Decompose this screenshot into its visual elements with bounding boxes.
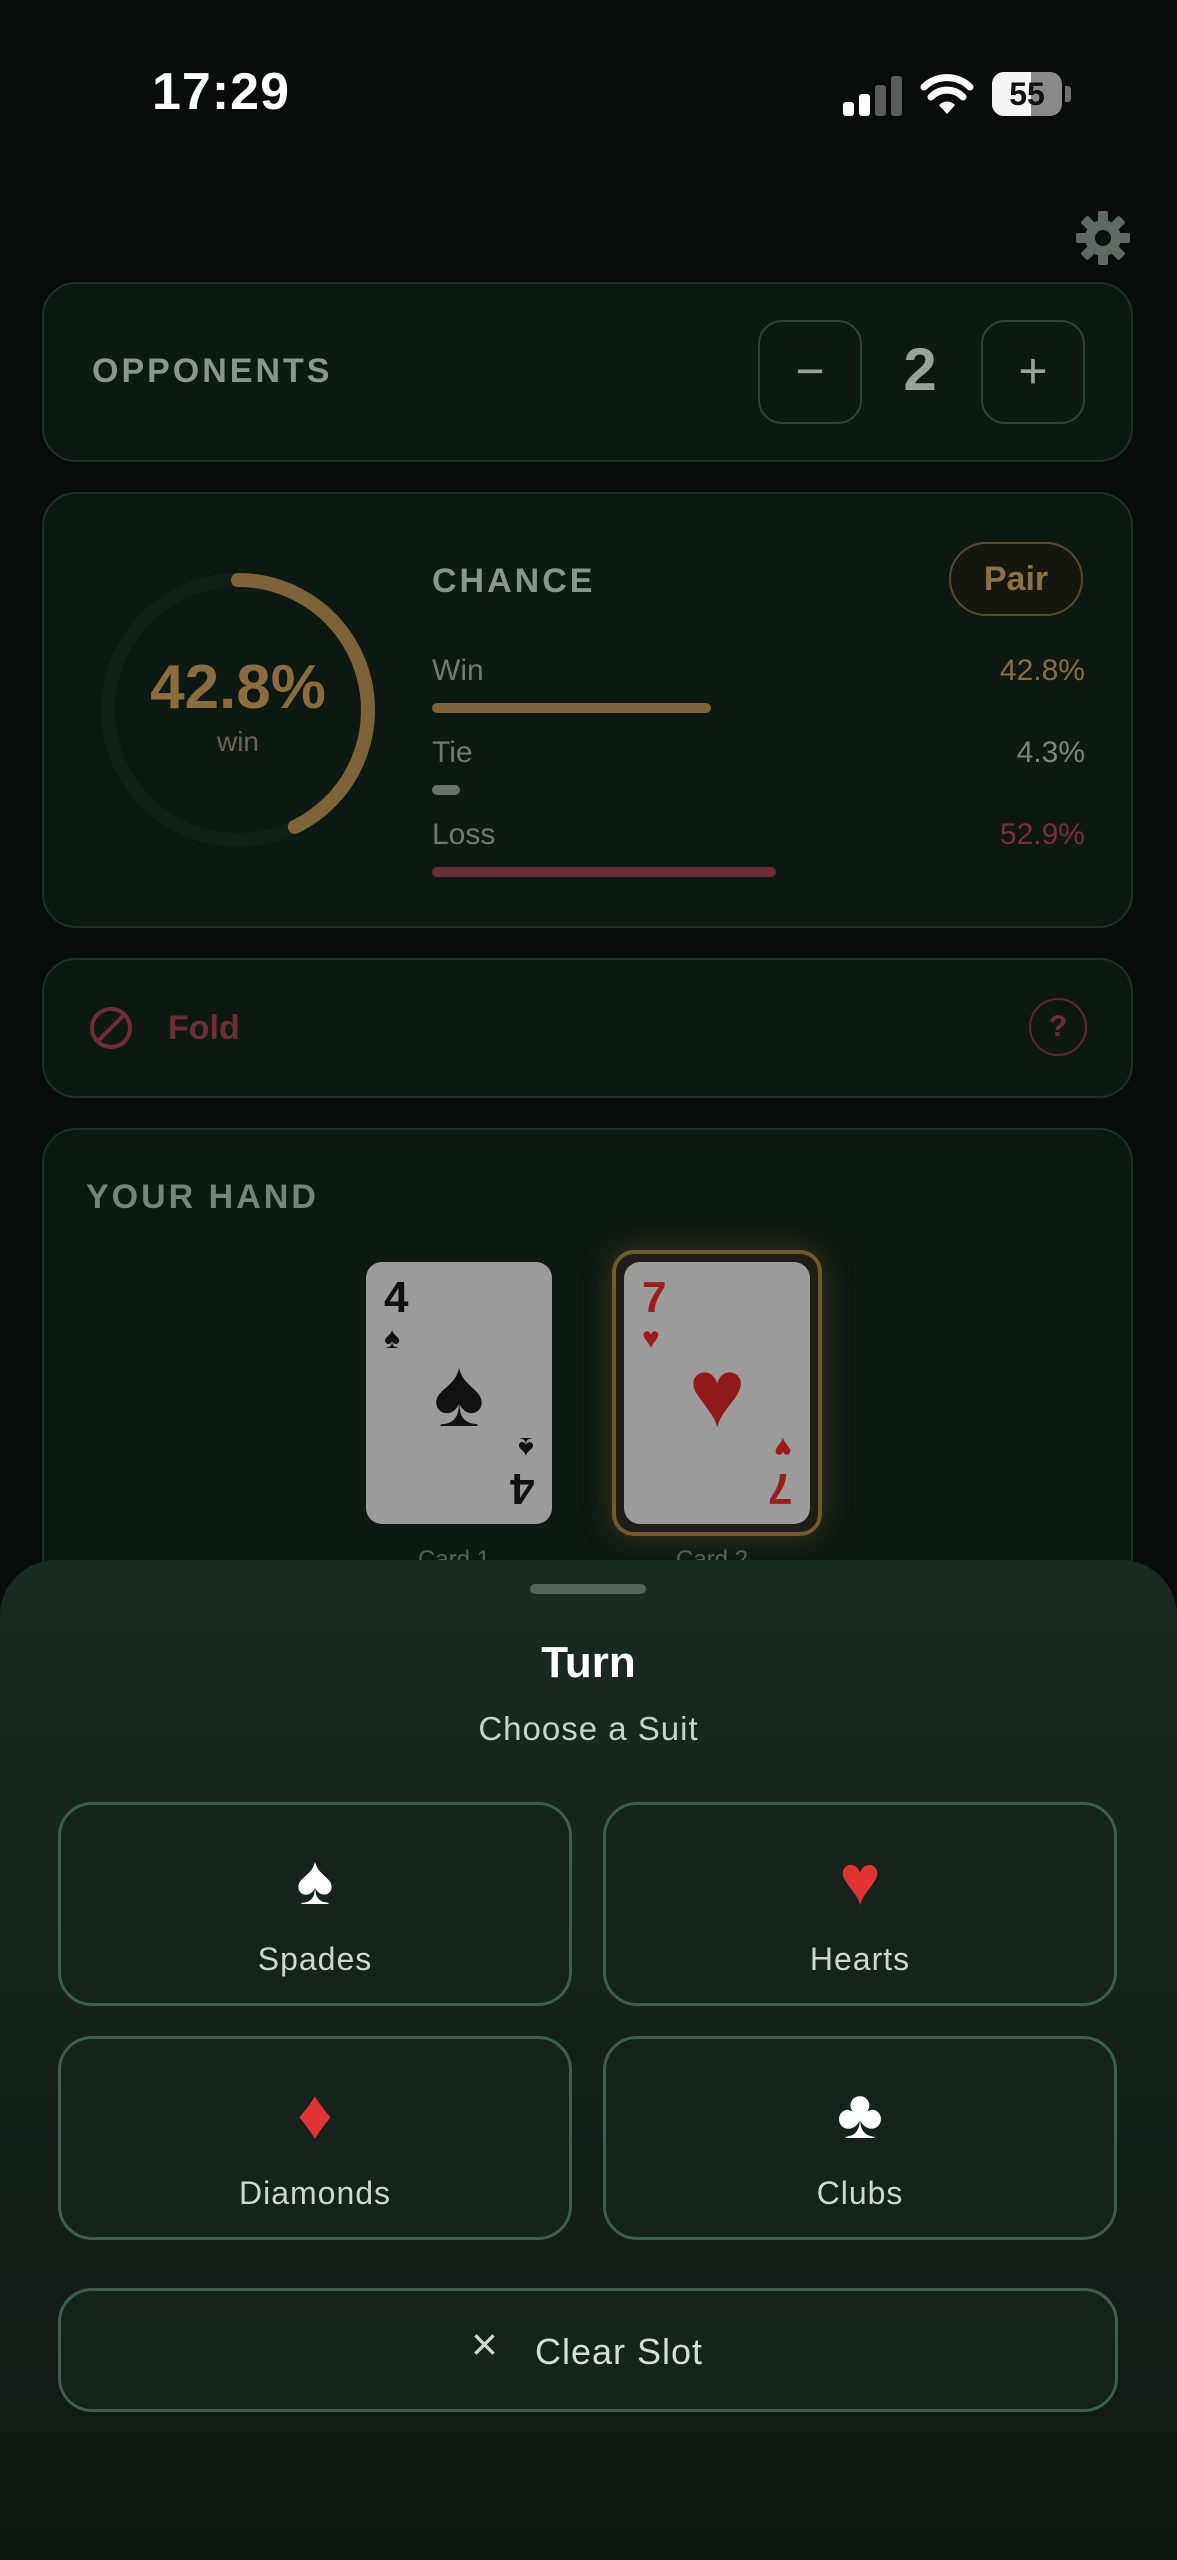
win-bar <box>432 703 711 713</box>
spades-label: Spades <box>257 1941 373 1977</box>
hearts-button[interactable]: ♥ Hearts <box>603 1802 1117 2006</box>
loss-bar <box>432 867 777 877</box>
help-button[interactable]: ? <box>1029 998 1087 1056</box>
card-rank-bottom: 7 <box>767 1464 792 1513</box>
status-time: 17:29 <box>152 63 290 121</box>
suit-picker-sheet: Turn Choose a Suit ♠ Spades ♥ Hearts ♦ D… <box>0 1560 1177 2560</box>
loss-value: 52.9% <box>999 818 1085 851</box>
battery-icon: 55 <box>992 72 1062 116</box>
diamonds-button[interactable]: ♦ Diamonds <box>58 2036 572 2240</box>
spades-button[interactable]: ♠ Spades <box>58 1802 572 2006</box>
wifi-icon <box>920 74 974 114</box>
increase-opponents-button[interactable]: + <box>981 320 1085 424</box>
card-rank: 4 <box>384 1273 409 1322</box>
decrease-opponents-button[interactable]: − <box>758 320 862 424</box>
hand-rank-badge: Pair <box>949 542 1083 616</box>
win-ring-label: win <box>216 726 259 757</box>
spade-icon: ♠ <box>296 1841 334 1919</box>
card-suit-center: ♠ <box>433 1340 485 1447</box>
gear-icon[interactable] <box>1075 210 1131 266</box>
battery-percent: 55 <box>1009 76 1045 112</box>
clear-slot-label: Clear Slot <box>535 2331 704 2372</box>
card-suit-center: ♥ <box>688 1340 746 1447</box>
sheet-subtitle: Choose a Suit <box>478 1710 699 1747</box>
card-rank: 7 <box>642 1273 667 1322</box>
prohibited-icon <box>90 1007 132 1049</box>
club-icon: ♣ <box>837 2075 883 2153</box>
diamonds-label: Diamonds <box>238 2175 392 2211</box>
diamond-icon: ♦ <box>297 2075 333 2153</box>
advice-label: Fold <box>168 1009 240 1047</box>
clubs-button[interactable]: ♣ Clubs <box>603 2036 1117 2240</box>
tie-bar <box>432 785 460 795</box>
loss-label: Loss <box>432 818 496 851</box>
tie-value: 4.3% <box>1016 736 1085 769</box>
card-rank-bottom: 4 <box>509 1464 534 1513</box>
hearts-label: Hearts <box>809 1941 911 1977</box>
cellular-signal-icon <box>843 72 903 116</box>
clear-slot-button[interactable]: × Clear Slot <box>58 2288 1118 2412</box>
tie-label: Tie <box>432 736 473 769</box>
card-suit-bottom: ♠ <box>518 1431 534 1464</box>
close-icon: × <box>471 2318 498 2370</box>
win-value: 42.8% <box>999 654 1085 687</box>
opponents-label: OPPONENTS <box>92 352 333 390</box>
battery-indicator: 55 <box>992 72 1072 116</box>
hand-title: YOUR HAND <box>86 1178 319 1216</box>
main-screen: 17:29 55 OPPONENTS − 2 + 42.8% win CHANC… <box>0 0 1177 1598</box>
hand-card-2[interactable]: 7 ♥ ♥ ♥ 7 <box>624 1262 810 1524</box>
card-suit-bottom: ♥ <box>774 1431 792 1464</box>
win-ring-percent: 42.8% <box>150 653 326 722</box>
hand-card-1[interactable]: 4 ♠ ♠ ♠ 4 <box>366 1262 552 1524</box>
sheet-title: Turn <box>541 1638 636 1687</box>
clubs-label: Clubs <box>816 2175 904 2211</box>
opponents-count: 2 <box>903 336 937 403</box>
chance-title: CHANCE <box>432 562 596 600</box>
battery-tip <box>1065 86 1071 102</box>
sheet-drag-handle[interactable] <box>530 1584 646 1594</box>
win-label: Win <box>432 654 484 687</box>
heart-icon: ♥ <box>839 1841 881 1919</box>
